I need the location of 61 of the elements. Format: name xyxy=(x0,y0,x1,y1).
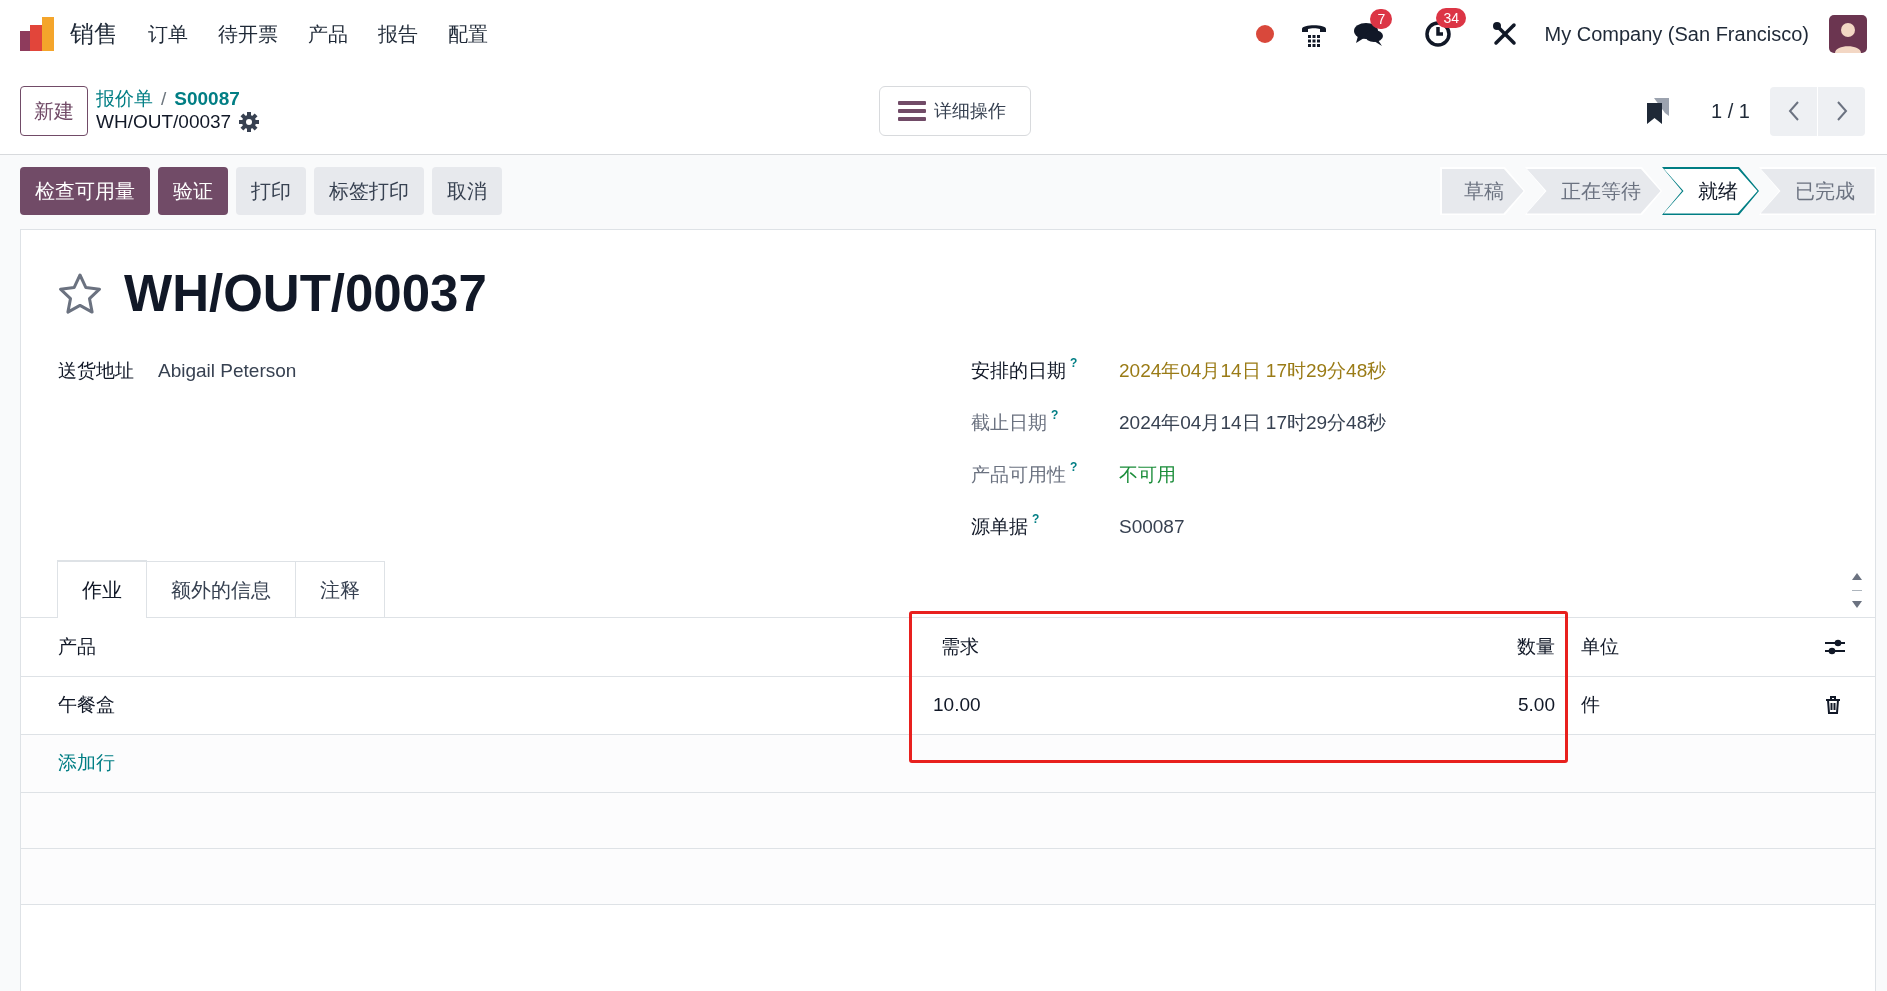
action-button[interactable]: 检查可用量 xyxy=(20,167,150,215)
field-value[interactable]: Abigail Peterson xyxy=(158,357,297,409)
field-label: 送货地址 xyxy=(58,359,134,383)
notification-badge: 7 xyxy=(1370,9,1393,29)
app-name[interactable]: 销售 xyxy=(70,16,118,52)
column-header[interactable]: 单位 xyxy=(1565,618,1815,676)
breadcrumb-separator: / xyxy=(161,88,167,111)
settings-sliders-icon[interactable] xyxy=(1825,637,1845,656)
help-mark[interactable]: ? xyxy=(1070,461,1078,473)
table-cell: 5.00 xyxy=(1209,676,1565,734)
company-switcher[interactable]: My Company (San Francisco) xyxy=(1544,19,1809,49)
status-step[interactable]: 草稿 xyxy=(1440,167,1525,215)
breadcrumb-link[interactable]: 报价单 xyxy=(96,88,153,111)
help-mark[interactable]: ? xyxy=(1070,357,1078,369)
bookmark-icon[interactable] xyxy=(1647,98,1670,124)
field-value[interactable]: 2024年04月14日 17时29分48秒 xyxy=(1119,409,1387,461)
avatar[interactable] xyxy=(1829,15,1867,53)
trash-icon[interactable] xyxy=(1825,696,1841,714)
column-header[interactable]: 需求 xyxy=(909,618,1209,676)
record-title: WH/OUT/00037 xyxy=(124,268,487,319)
new-button[interactable]: 新建 xyxy=(20,86,88,136)
table-cell: 午餐盒 xyxy=(21,676,909,734)
help-mark[interactable]: ? xyxy=(1032,513,1040,525)
column-header[interactable]: 产品 xyxy=(21,618,909,676)
field-value[interactable]: 2024年04月14日 17时29分48秒 xyxy=(1119,357,1387,409)
tab[interactable]: 注释 xyxy=(295,561,385,617)
menu-item[interactable]: 配置 xyxy=(448,19,488,49)
record-name: WH/OUT/00037 xyxy=(96,111,232,134)
star-icon[interactable] xyxy=(58,272,102,315)
pager-value[interactable]: 1 / 1 xyxy=(1711,96,1750,126)
table-cell: 10.00 xyxy=(909,676,1209,734)
menu-item[interactable]: 订单 xyxy=(148,19,188,49)
notification-badge: 34 xyxy=(1436,8,1467,28)
field-label: 源单据 xyxy=(971,515,1028,539)
column-header[interactable]: 数量 xyxy=(1209,618,1565,676)
tab[interactable]: 作业 xyxy=(57,560,147,618)
field-value[interactable]: S00087 xyxy=(1119,513,1185,565)
menu-icon xyxy=(898,101,927,121)
chevron-left-icon xyxy=(1787,100,1800,122)
status-step[interactable]: 已完成 xyxy=(1759,167,1876,215)
add-line-link[interactable]: 添加行 xyxy=(58,751,115,773)
app-logo-icon[interactable] xyxy=(20,17,56,51)
actions-button[interactable]: 详细操作 xyxy=(879,86,1032,136)
help-mark[interactable]: ? xyxy=(1051,409,1059,421)
action-button[interactable]: 验证 xyxy=(158,167,228,215)
action-button[interactable]: 取消 xyxy=(432,167,502,215)
table-cell: 件 xyxy=(1565,676,1815,734)
status-step[interactable]: 正在等待 xyxy=(1525,167,1662,215)
action-button[interactable]: 标签打印 xyxy=(314,167,424,215)
field-value[interactable]: 不可用 xyxy=(1119,461,1176,513)
field-label: 安排的日期 xyxy=(971,359,1066,383)
menu-item[interactable]: 产品 xyxy=(308,19,348,49)
action-button[interactable]: 打印 xyxy=(236,167,306,215)
breadcrumb-link[interactable]: S00087 xyxy=(174,88,240,111)
menu-item[interactable]: 报告 xyxy=(378,19,418,49)
field-label: 截止日期 xyxy=(971,411,1047,435)
record-dot-icon[interactable] xyxy=(1256,25,1275,43)
menu-item[interactable]: 待开票 xyxy=(218,19,278,49)
chevron-right-icon xyxy=(1835,100,1848,122)
status-step[interactable]: 就绪 xyxy=(1662,167,1759,215)
field-label: 产品可用性 xyxy=(971,463,1066,487)
